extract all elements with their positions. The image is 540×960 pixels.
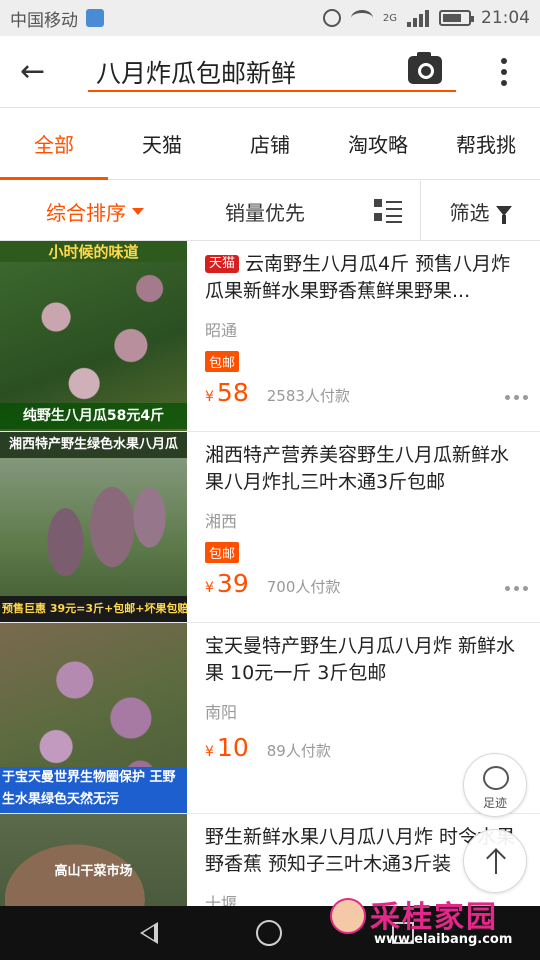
notification-icon [86,9,104,27]
footprint-label: 足迹 [482,796,507,810]
filter-label: 筛选 [449,200,490,225]
product-thumbnail[interactable]: 高山干菜市场 [0,814,187,906]
sort-comprehensive-button[interactable]: 综合排序 [0,181,190,241]
thumbnail-caption-text: 纯野生八月瓜58元4斤 [22,408,165,424]
nav-back-icon[interactable] [140,922,158,944]
product-list: 小时候的味道 纯野生八月瓜58元4斤 天猫 云南野生八月瓜4斤 预售八月炸瓜果新鲜… [0,241,540,906]
chevron-down-icon [132,207,144,215]
currency-symbol: ¥ [205,744,214,760]
search-header: ← 八月炸瓜包邮新鲜 [0,36,540,108]
sort-sales-button[interactable]: 销量优先 [190,181,340,241]
seller-location: 昭通 [205,321,238,340]
tab-all[interactable]: 全部 [0,108,108,180]
watermark-text: 采桂家园 [370,900,498,935]
list-view-toggle-icon[interactable] [374,199,402,223]
more-options-icon[interactable] [505,586,528,591]
thumbnail-caption: 纯野生八月瓜58元4斤 [0,403,187,429]
clock: 21:04 [481,8,530,28]
price-row: ¥ 10 89人付款 [205,733,331,762]
signal-icon [407,9,429,27]
product-item[interactable]: 小时候的味道 纯野生八月瓜58元4斤 天猫 云南野生八月瓜4斤 预售八月炸瓜果新鲜… [0,241,540,432]
more-vertical-icon[interactable] [494,54,514,90]
product-item[interactable]: 于宝天曼世界生物圈保护 王野生水果绿色天然无污 宝天曼特产野生八月瓜八月炸 新鲜… [0,623,540,814]
tab-guides[interactable]: 淘攻略 [324,108,432,179]
product-thumbnail[interactable]: 湘西特产野生绿色水果八月瓜 预售巨惠 39元=3斤+包邮+坏果包赔 [0,432,187,622]
product-price: 58 [216,378,249,407]
product-thumbnail[interactable]: 于宝天曼世界生物圈保护 王野生水果绿色天然无污 [0,623,187,813]
wifi-icon [350,10,373,26]
thumbnail-caption-text: 预售巨惠 39元=3斤+包邮+坏果包赔 [2,602,187,615]
footprint-button[interactable]: 足迹 [463,753,527,817]
tmall-badge: 天猫 [205,255,240,273]
product-title[interactable]: 宝天曼特产野生八月瓜八月炸 新鲜水果 10元一斤 3斤包邮 [205,633,525,687]
thumbnail-caption: 预售巨惠 39元=3斤+包邮+坏果包赔 [0,596,187,622]
network-type: 2G [382,12,397,24]
tab-shops[interactable]: 店铺 [216,108,324,179]
product-thumbnail[interactable]: 小时候的味道 纯野生八月瓜58元4斤 [0,241,187,431]
thumbnail-caption: 湘西特产野生绿色水果八月瓜 [0,432,187,458]
product-title-text: 云南野生八月瓜4斤 预售八月炸瓜果新鲜水果野香蕉鲜果野果... [205,253,511,302]
product-price: 39 [216,569,249,598]
sort-bar: 综合排序 销量优先 筛选 [0,181,540,241]
camera-icon[interactable] [408,52,442,84]
tab-help-me-pick[interactable]: 帮我挑 [432,108,540,179]
seller-location: 南阳 [205,703,238,722]
seller-location: 湘西 [205,512,238,531]
funnel-icon [495,206,512,224]
thumbnail-caption-text: 湘西特产野生绿色水果八月瓜 [8,437,178,452]
thumbnail-caption: 小时候的味道 [0,241,187,262]
more-options-icon[interactable] [505,395,528,400]
search-query: 八月炸瓜包邮新鲜 [96,59,297,88]
product-price: 10 [216,733,249,762]
status-bar: 中国移动 2G 21:04 [0,0,540,36]
free-shipping-badge: 包邮 [205,351,240,372]
paid-count: 2583人付款 [266,387,350,405]
filter-button[interactable]: 筛选 [420,181,540,241]
back-arrow-icon[interactable]: ← [20,54,60,90]
watermark-url: www.elaibang.com [374,932,513,947]
back-to-top-button[interactable] [463,829,527,893]
category-tabs: 全部 天猫 店铺 淘攻略 帮我挑 [0,108,540,180]
product-item[interactable]: 湘西特产野生绿色水果八月瓜 预售巨惠 39元=3斤+包邮+坏果包赔 湘西特产营养… [0,432,540,623]
site-watermark: 采桂家园 www.elaibang.com [326,888,536,954]
price-row: ¥ 58 2583人付款 [205,378,350,407]
paid-count: 700人付款 [266,578,341,596]
tab-tmall[interactable]: 天猫 [108,108,216,179]
paid-count: 89人付款 [266,742,331,760]
footprint-icon [483,766,509,790]
thumbnail-caption: 高山干菜市场 [54,864,133,879]
thumbnail-caption-text: 于宝天曼世界生物圈保护 王野生水果绿色天然无污 [2,770,176,807]
product-title[interactable]: 天猫 云南野生八月瓜4斤 预售八月炸瓜果新鲜水果野香蕉鲜果野果... [205,251,525,305]
watermark-logo-icon [330,898,366,934]
free-shipping-badge: 包邮 [205,542,240,563]
alarm-icon [322,9,341,27]
sort-comprehensive-label: 综合排序 [46,200,126,225]
currency-symbol: ¥ [205,580,214,596]
thumbnail-caption: 于宝天曼世界生物圈保护 王野生水果绿色天然无污 [0,767,187,813]
battery-icon [439,10,474,26]
price-row: ¥ 39 700人付款 [205,569,340,598]
nav-home-icon[interactable] [256,920,282,946]
product-title[interactable]: 湘西特产营养美容野生八月瓜新鲜水果八月炸扎三叶木通3斤包邮 [205,442,525,496]
currency-symbol: ¥ [205,389,214,405]
arrow-up-icon [486,846,506,876]
carrier-label: 中国移动 [10,10,78,31]
search-input[interactable]: 八月炸瓜包邮新鲜 [88,50,456,92]
